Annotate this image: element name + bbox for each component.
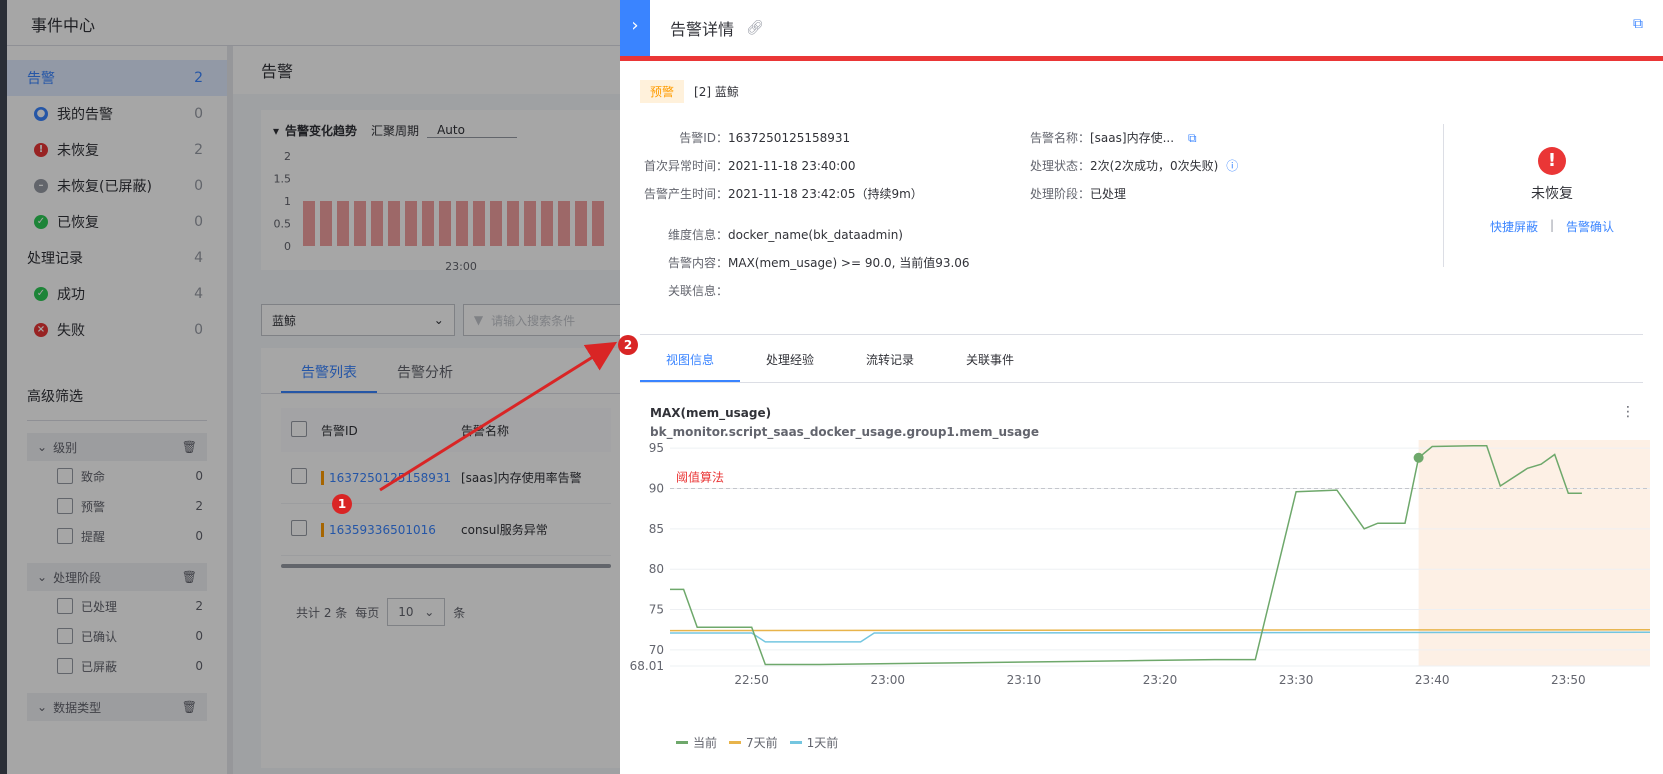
field-value: [saas]内存使...	[1090, 131, 1175, 145]
legend-label: 7天前	[746, 736, 778, 750]
field-label: 处理阶段：	[1029, 187, 1090, 201]
space-name: [2] 蓝鲸	[694, 85, 739, 99]
status-text: 未恢复	[1531, 186, 1573, 202]
y-tick-label: 95	[649, 441, 664, 455]
field-value: 已处理	[1090, 187, 1127, 201]
legend-label: 当前	[693, 736, 718, 750]
field-create-time: 告警产生时间：2021-11-18 23:42:05（持续9m）	[630, 185, 923, 202]
field-alert-name: 告警名称：[saas]内存使... ⧉	[1010, 129, 1197, 146]
field-content: 告警内容：MAX(mem_usage) >= 90.0, 当前值93.06	[630, 254, 970, 271]
legend-swatch	[676, 741, 688, 744]
legend-item[interactable]: 7天前	[729, 734, 778, 751]
y-tick-label: 85	[649, 522, 664, 536]
x-tick-label: 23:30	[1279, 673, 1314, 687]
field-value: 1637250125158931	[728, 131, 851, 145]
field-label: 告警ID：	[679, 131, 728, 145]
field-label: 告警内容：	[667, 256, 728, 270]
field-alert-id: 告警ID：1637250125158931	[630, 129, 850, 146]
field-label: 维度信息：	[667, 228, 728, 242]
field-dimension: 维度信息：docker_name(bk_dataadmin)	[630, 226, 903, 243]
tab-flow-records[interactable]: 流转记录	[840, 335, 940, 382]
legend-item[interactable]: 当前	[676, 734, 717, 751]
metric-line-chart: 95 90 85 80 75 70 68.01 22:50 23:00 23:10 23:20 23:…	[630, 440, 1651, 687]
field-label: 首次异常时间：	[643, 159, 728, 173]
divider	[1443, 124, 1444, 267]
x-tick-label: 23:10	[1007, 673, 1042, 687]
separator: |	[1549, 218, 1555, 232]
y-tick-label: 68.01	[630, 659, 664, 673]
alert-detail-panel: › 告警详情 🔗︎ ⧉ 预警 [2] 蓝鲸 告警ID：1637250125158…	[620, 0, 1663, 774]
field-label: 告警名称：	[1029, 131, 1090, 145]
field-stage: 处理阶段：已处理	[1010, 185, 1126, 202]
threshold-label: 阈值算法	[676, 469, 724, 484]
open-strategy-icon[interactable]: ⧉	[1188, 131, 1197, 145]
x-tick-label: 23:40	[1415, 673, 1450, 687]
field-value: 2021-11-18 23:42:05（持续9m）	[728, 187, 923, 201]
panel-title: 告警详情	[670, 20, 735, 39]
field-label: 处理状态：	[1029, 159, 1090, 173]
confirm-alert-button[interactable]: 告警确认	[1566, 218, 1614, 235]
legend-swatch	[789, 741, 802, 744]
open-new-window-icon[interactable]: ⧉	[1633, 16, 1643, 32]
series-line	[669, 628, 1651, 632]
tab-view-info[interactable]: 视图信息	[640, 335, 741, 382]
field-value: MAX(mem_usage) >= 90.0, 当前值93.06	[728, 256, 970, 270]
metric-title: MAX(mem_usage)	[650, 406, 772, 420]
legend-item[interactable]: 1天前	[789, 734, 839, 751]
first-alert-point	[1413, 452, 1424, 463]
tab-experience[interactable]: 处理经验	[740, 335, 840, 382]
field-value: docker_name(bk_dataadmin)	[728, 228, 903, 242]
x-tick-label: 23:50	[1551, 673, 1586, 687]
y-tick-label: 80	[649, 562, 664, 576]
metric-subtitle: bk_monitor.script_saas_docker_usage.grou…	[650, 425, 1039, 439]
y-tick-label: 75	[649, 603, 664, 617]
x-tick-label: 23:00	[870, 673, 905, 687]
link-icon[interactable]: 🔗︎	[746, 20, 764, 36]
more-icon[interactable]: ⋮	[1621, 404, 1635, 420]
field-label: 关联信息：	[667, 284, 728, 298]
tab-related-events[interactable]: 关联事件	[940, 335, 1040, 382]
chevron-right-icon: ›	[631, 15, 639, 36]
field-handle-status: 处理状态：2次(2次成功，0次失败) ⓘ	[1010, 157, 1238, 174]
field-label: 告警产生时间：	[643, 187, 728, 201]
detail-tabs: 视图信息 处理经验 流转记录 关联事件	[640, 335, 1643, 383]
quick-shield-button[interactable]: 快捷屏蔽	[1490, 218, 1538, 235]
level-tag: 预警	[640, 80, 685, 103]
nav-strip	[0, 0, 7, 774]
modal-mask[interactable]	[0, 0, 620, 774]
x-tick-label: 22:50	[734, 673, 769, 687]
collapse-button[interactable]: ›	[620, 0, 650, 56]
legend-label: 1天前	[806, 736, 839, 750]
info-icon[interactable]: ⓘ	[1226, 159, 1238, 173]
chart-legend: 当前 7天前 1天前	[676, 734, 838, 751]
annotation-badge-1: 1	[332, 494, 352, 514]
alert-icon: !	[1538, 147, 1566, 175]
annotation-badge-2: 2	[618, 335, 638, 355]
field-first-time: 首次异常时间：2021-11-18 23:40:00	[630, 157, 855, 174]
y-tick-label: 70	[649, 643, 664, 657]
x-tick-label: 23:20	[1143, 673, 1178, 687]
legend-swatch	[729, 741, 742, 744]
field-value: 2021-11-18 23:40:00	[728, 159, 856, 173]
field-value: 2次(2次成功，0次失败)	[1090, 159, 1219, 173]
field-relation: 关联信息：	[630, 282, 728, 299]
y-tick-label: 90	[649, 481, 664, 495]
severity-bar	[620, 56, 1663, 61]
